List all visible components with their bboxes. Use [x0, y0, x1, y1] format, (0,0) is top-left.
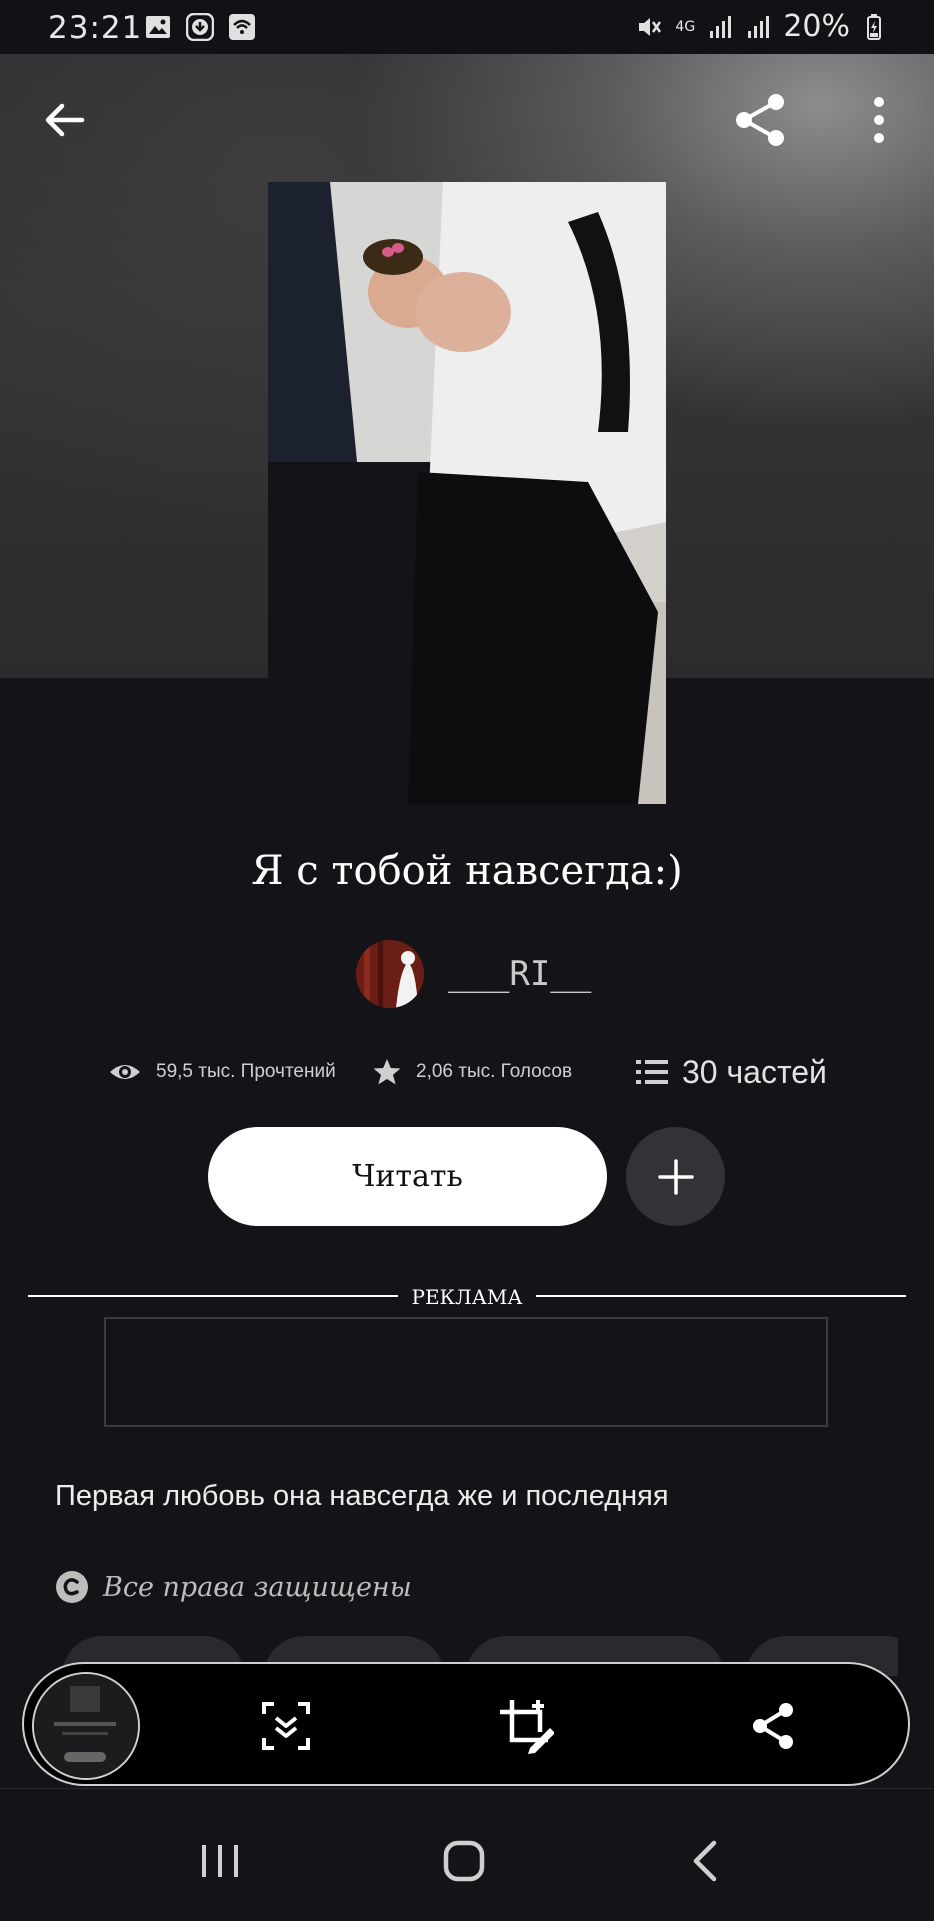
share-icon[interactable] [730, 90, 790, 150]
ad-slot[interactable] [104, 1317, 828, 1427]
back-icon[interactable] [676, 1831, 736, 1891]
battery-percent: 20% [783, 9, 850, 44]
arrow-left-icon[interactable] [40, 96, 88, 144]
story-cover-image[interactable] [268, 182, 666, 804]
signal-icon [710, 15, 732, 38]
download-icon [186, 13, 214, 41]
avatar [356, 940, 424, 1008]
copyright-notice: Все права защищены [55, 1570, 412, 1604]
scroll-capture-icon[interactable] [258, 1698, 314, 1754]
status-notification-icons [144, 13, 256, 41]
screenshot-toolbar [22, 1662, 910, 1786]
mute-icon [639, 17, 662, 36]
copyright-text: Все права защищены [103, 1571, 412, 1603]
eye-icon [110, 1065, 140, 1079]
status-system-icons: 4G 20% [635, 9, 888, 44]
parts-stat[interactable]: 30 частей [636, 1050, 827, 1094]
votes-count: 2,06 тыс. Голосов [416, 1061, 573, 1082]
copyright-icon [56, 1571, 88, 1603]
battery-charging-icon [867, 13, 881, 40]
network-type: 4G [675, 18, 696, 35]
wifi-calling-icon [229, 14, 255, 40]
crop-edit-icon[interactable] [498, 1698, 554, 1754]
ad-label: РЕКЛАМА [411, 1285, 523, 1309]
add-to-library-button[interactable] [626, 1127, 725, 1226]
plus-icon [657, 1158, 694, 1195]
status-time: 23:21 [48, 10, 143, 46]
screenshot-thumbnail[interactable] [32, 1672, 140, 1780]
signal-icon [748, 15, 770, 38]
status-bar: 23:21 4G 20% [0, 0, 934, 54]
recent-apps-icon[interactable] [190, 1831, 250, 1891]
author-link[interactable]: ___RI__ [356, 940, 591, 1008]
story-description: Первая любовь она навсегда же и последня… [55, 1480, 669, 1512]
divider-line [28, 1295, 398, 1297]
ad-divider: РЕКЛАМА [28, 1285, 906, 1315]
author-name: ___RI__ [448, 954, 592, 994]
divider-line [536, 1295, 906, 1297]
parts-count: 30 частей [682, 1053, 827, 1090]
votes-stat: 2,06 тыс. Голосов [372, 1050, 572, 1094]
reads-count: 59,5 тыс. Прочтений [156, 1061, 336, 1082]
cover-photo [268, 182, 666, 804]
gallery-icon [146, 16, 170, 38]
star-icon [373, 1059, 401, 1085]
more-vertical-icon[interactable] [862, 94, 896, 146]
system-navigation-bar [0, 1788, 934, 1921]
story-stats: 59,5 тыс. Прочтений 2,06 тыс. Голосов 30… [108, 1050, 848, 1094]
reads-stat: 59,5 тыс. Прочтений [108, 1050, 336, 1094]
list-icon [636, 1060, 668, 1084]
story-title: Я с тобой навсегда:) [251, 848, 683, 894]
read-button[interactable]: Читать [208, 1127, 607, 1226]
home-icon[interactable] [434, 1831, 494, 1891]
share-icon[interactable] [746, 1698, 802, 1754]
